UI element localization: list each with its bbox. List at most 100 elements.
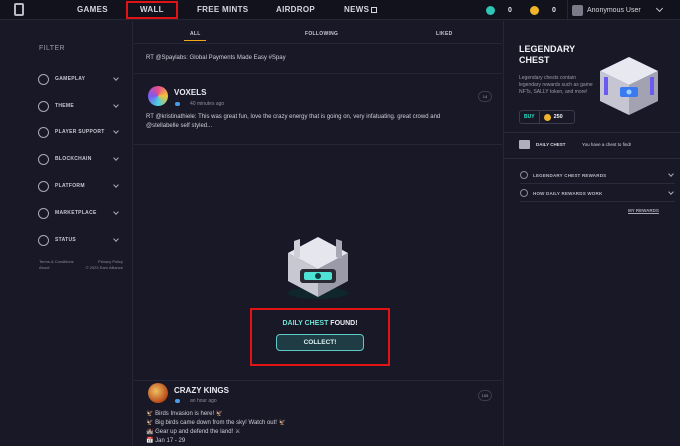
post-author[interactable]: VOXELS bbox=[174, 88, 206, 97]
daily-chest-message: You have a chest to find! bbox=[582, 141, 632, 147]
post-text-line: 🦅 Birds Invasion is here! 🦅 bbox=[146, 411, 224, 417]
crazy-kings-avatar[interactable] bbox=[148, 383, 168, 403]
gem-balance-value: 0 bbox=[508, 6, 512, 14]
post-time: 40 minutes ago bbox=[190, 101, 225, 107]
chevron-down-icon bbox=[113, 128, 119, 134]
filter-label: BLOCKCHAIN bbox=[55, 156, 92, 162]
twitter-icon bbox=[175, 399, 180, 403]
daily-chest-status: DAILY CHEST You have a chest to find! bbox=[519, 137, 679, 151]
sidebar-footer: Terms & Conditions Privacy Policy About … bbox=[39, 259, 123, 271]
buy-legendary-chest[interactable]: BUY 250 bbox=[519, 110, 575, 124]
buy-amount: 250 bbox=[553, 114, 563, 120]
gem-balance: 0 bbox=[486, 4, 512, 16]
filter-player-support[interactable]: PLAYER SUPPORT bbox=[38, 125, 120, 139]
nav-wall[interactable]: WALL bbox=[126, 1, 178, 19]
chevron-down-icon bbox=[113, 182, 119, 188]
voxels-avatar[interactable] bbox=[148, 86, 168, 106]
chevron-down-icon bbox=[655, 4, 663, 13]
top-nav-bar: GAMES WALL FREE MINTS AIRDROP NEWS 0 0 A… bbox=[0, 0, 680, 20]
filter-title: FILTER bbox=[39, 45, 65, 52]
rewards-panel: LEGENDARY CHEST Legendary chests contain… bbox=[503, 21, 680, 446]
collect-button[interactable]: COLLECT! bbox=[276, 334, 364, 351]
divider bbox=[520, 201, 675, 202]
tab-following[interactable]: FOLLOWING bbox=[305, 31, 338, 37]
post-text-line: 🦅 Big birds came down from the sky! Watc… bbox=[146, 420, 287, 426]
legendary-chest-title: LEGENDARY CHEST bbox=[519, 44, 576, 65]
nav-games[interactable]: GAMES bbox=[77, 0, 108, 20]
daily-chest-icon[interactable] bbox=[280, 223, 356, 301]
post-text-line: 🏰 Gear up and defend the land! ⚔ bbox=[146, 429, 241, 435]
post-divider bbox=[134, 73, 502, 74]
divider bbox=[504, 158, 680, 159]
feed-tabs: ALL FOLLOWING LIKED bbox=[134, 21, 502, 44]
external-link-icon bbox=[371, 6, 378, 13]
post-divider bbox=[134, 380, 502, 381]
filter-theme[interactable]: THEME bbox=[38, 99, 120, 113]
post-text-line: RT @kristinathiele: This was great fun, … bbox=[146, 114, 441, 120]
support-icon bbox=[38, 126, 49, 138]
nav-free-mints[interactable]: FREE MINTS bbox=[197, 0, 248, 20]
copyright: © 2023 Earn Alliance bbox=[85, 265, 123, 270]
blockchain-icon bbox=[38, 153, 49, 165]
post-author[interactable]: CRAZY KINGS bbox=[174, 386, 229, 395]
filter-label: GAMEPLAY bbox=[55, 76, 86, 82]
avatar bbox=[572, 4, 583, 16]
accordion-legendary-chest-rewards[interactable]: LEGENDARY CHEST REWARDS bbox=[520, 169, 675, 181]
post-time: an hour ago bbox=[190, 398, 217, 404]
gem-icon bbox=[486, 5, 495, 15]
tab-liked[interactable]: LIKED bbox=[436, 31, 453, 37]
filter-marketplace[interactable]: MARKETPLACE bbox=[38, 206, 120, 220]
chest-rewards-icon bbox=[520, 171, 528, 179]
about-link[interactable]: About bbox=[39, 265, 49, 271]
platform-icon bbox=[38, 180, 49, 192]
earn-alliance-logo[interactable] bbox=[14, 3, 24, 16]
active-tab-underline bbox=[184, 40, 206, 41]
buy-label: BUY bbox=[520, 111, 540, 123]
nav-news[interactable]: NEWS bbox=[344, 0, 378, 20]
help-icon bbox=[520, 189, 528, 197]
post-text: RT @Spaylabs: Global Payments Made Easy … bbox=[146, 55, 286, 61]
user-name: Anonymous User bbox=[587, 6, 641, 14]
coin-balance-value: 0 bbox=[552, 6, 556, 14]
status-icon bbox=[38, 234, 49, 246]
like-count-badge[interactable]: 14 bbox=[478, 91, 492, 102]
filter-blockchain[interactable]: BLOCKCHAIN bbox=[38, 152, 120, 166]
wall-feed: ALL FOLLOWING LIKED RT @Spaylabs: Global… bbox=[134, 21, 502, 446]
gamepad-icon bbox=[38, 73, 49, 85]
filter-label: THEME bbox=[55, 103, 74, 109]
filter-sidebar: FILTER GAMEPLAY THEME PLAYER SUPPORT BLO… bbox=[0, 21, 133, 446]
legendary-chest-icon bbox=[600, 57, 658, 115]
filter-label: PLATFORM bbox=[55, 183, 85, 189]
filter-gameplay[interactable]: GAMEPLAY bbox=[38, 72, 120, 86]
nav-news-label: NEWS bbox=[344, 5, 370, 14]
post-text-line: @stellabelle self styled... bbox=[146, 123, 213, 129]
coin-icon bbox=[530, 5, 539, 15]
chevron-down-icon bbox=[668, 189, 674, 195]
legendary-chest-description: Legendary chests contain legendary rewar… bbox=[519, 75, 593, 95]
twitter-icon bbox=[175, 102, 180, 106]
theme-icon bbox=[38, 100, 49, 112]
post-text-line: 📅 Jan 17 - 29 bbox=[146, 438, 186, 444]
chest-found-prefix: DAILY CHEST bbox=[282, 320, 329, 327]
nav-airdrop[interactable]: AIRDROP bbox=[276, 0, 315, 20]
chevron-down-icon bbox=[113, 75, 119, 81]
chest-found-suffix: FOUND! bbox=[328, 320, 358, 327]
chevron-down-icon bbox=[113, 102, 119, 108]
coin-icon bbox=[543, 113, 551, 121]
my-rewards-link[interactable]: MY REWARDS bbox=[628, 208, 659, 213]
accordion-label: HOW DAILY REWARDS WORK bbox=[533, 190, 603, 196]
chevron-down-icon bbox=[113, 209, 119, 215]
filter-platform[interactable]: PLATFORM bbox=[38, 179, 120, 193]
tab-all[interactable]: ALL bbox=[190, 31, 201, 37]
user-menu[interactable]: Anonymous User bbox=[567, 0, 680, 20]
chest-found-text: DAILY CHEST FOUND! bbox=[252, 320, 388, 327]
coin-balance: 0 bbox=[530, 4, 556, 16]
filter-status[interactable]: STATUS bbox=[38, 233, 120, 247]
filter-label: MARKETPLACE bbox=[55, 210, 97, 216]
accordion-label: LEGENDARY CHEST REWARDS bbox=[533, 172, 607, 178]
chevron-down-icon bbox=[113, 155, 119, 161]
chevron-down-icon bbox=[668, 171, 674, 177]
accordion-how-daily-rewards-work[interactable]: HOW DAILY REWARDS WORK bbox=[520, 187, 675, 199]
like-count-badge[interactable]: 105 bbox=[478, 390, 492, 401]
daily-chest-label: DAILY CHEST bbox=[536, 141, 566, 147]
